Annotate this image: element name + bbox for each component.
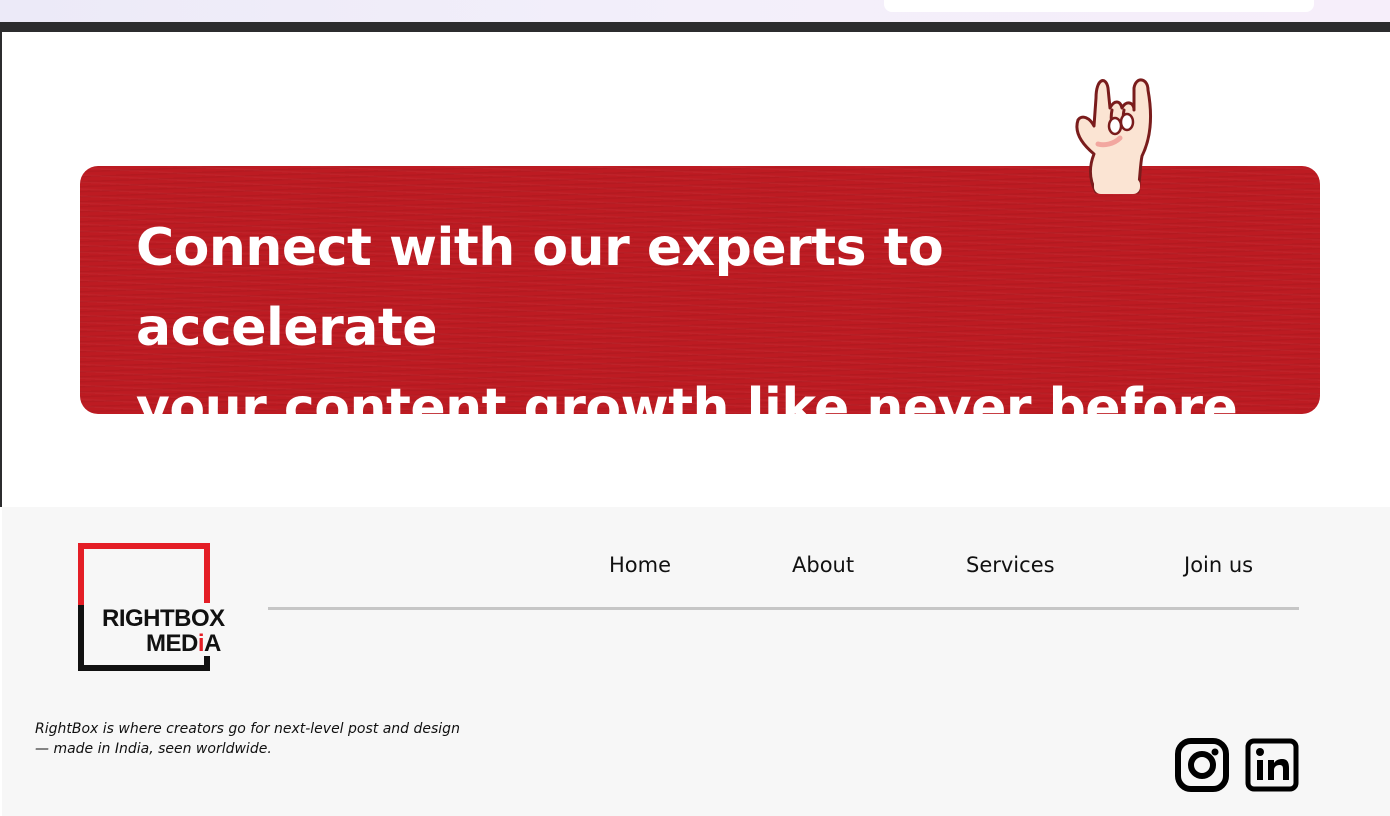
logo-frame-right	[204, 543, 210, 603]
footer-tagline-line1: RightBox is where creators go for next-l…	[35, 721, 460, 737]
footer-tagline-line2: — made in India, seen worldwide.	[35, 741, 272, 757]
logo-frame-left-black	[78, 605, 84, 671]
rock-hand-icon	[1075, 78, 1152, 194]
footer-tagline: RightBox is where creators go for next-l…	[35, 719, 475, 759]
nav-divider	[268, 607, 1299, 610]
linkedin-icon[interactable]	[1245, 738, 1299, 792]
logo-line2-prefix: MED	[146, 630, 198, 657]
nav-services-link[interactable]: Services	[966, 550, 1055, 580]
cta-headline: Connect with our experts to accelerate y…	[136, 208, 1256, 414]
logo-frame-left-red	[78, 543, 84, 607]
left-border	[0, 32, 2, 507]
top-divider-bar	[0, 22, 1390, 32]
nav-about-link[interactable]: About	[792, 550, 854, 580]
logo-wordmark-line2: MEDiA	[146, 632, 223, 656]
instagram-icon[interactable]	[1175, 738, 1229, 792]
top-card	[884, 0, 1314, 12]
cta-banner: Connect with our experts to accelerate y…	[80, 166, 1320, 414]
logo-frame-bottom	[78, 665, 210, 671]
cta-headline-line2: your content growth like never before	[136, 378, 1238, 414]
rightbox-media-logo[interactable]: RIGHTBOX MEDiA	[78, 543, 228, 671]
logo-wordmark-line1: RIGHTBOX	[102, 605, 227, 632]
cta-headline-line1: Connect with our experts to accelerate	[136, 218, 944, 358]
logo-frame-top	[78, 543, 210, 549]
nav-join-us-link[interactable]: Join us	[1184, 550, 1253, 580]
logo-line2-suffix: A	[204, 630, 221, 657]
nav-home-link[interactable]: Home	[609, 550, 671, 580]
